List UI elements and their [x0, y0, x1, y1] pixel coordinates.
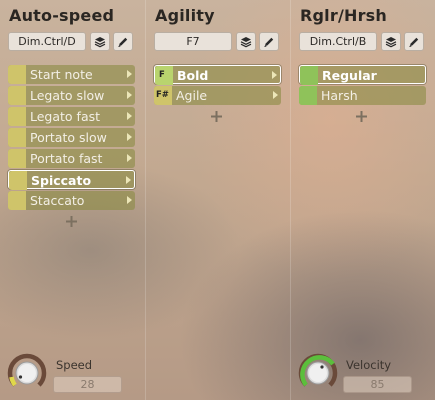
list-item-portato-fast[interactable]: Portato fast — [8, 149, 135, 168]
plus-icon — [356, 111, 367, 122]
pencil-icon — [118, 37, 128, 47]
speed-value-field[interactable]: 28 — [53, 376, 122, 393]
list-item-agile[interactable]: F# Agile — [154, 86, 281, 105]
chevron-right-icon[interactable] — [127, 91, 132, 99]
add-articulation-button[interactable] — [353, 110, 370, 127]
list-item-legato-slow[interactable]: Legato slow — [8, 86, 135, 105]
layers-icon — [385, 36, 397, 47]
key-switch-field[interactable]: F7 — [154, 32, 232, 51]
pencil-icon — [409, 37, 419, 47]
chevron-right-icon[interactable] — [272, 71, 277, 79]
item-label: Start note — [30, 67, 93, 82]
color-swatch — [8, 128, 26, 147]
articulation-column-auto-speed: Auto-speed Dim.Ctrl/D Start note Legato … — [0, 0, 145, 400]
item-label: Regular — [322, 68, 377, 83]
articulation-list: Start note Legato slow Legato fast Porta… — [8, 65, 135, 212]
layers-button[interactable] — [90, 32, 110, 51]
item-label: Portato slow — [30, 130, 107, 145]
chevron-right-icon[interactable] — [127, 112, 132, 120]
item-label: Harsh — [321, 88, 358, 103]
color-swatch — [8, 65, 26, 84]
item-label: Portato fast — [30, 151, 103, 166]
key-switch-field[interactable]: Dim.Ctrl/B — [299, 32, 377, 51]
knob-label: Velocity — [346, 358, 392, 372]
key-note: F# — [156, 90, 169, 100]
layers-icon — [94, 36, 106, 47]
chevron-right-icon[interactable] — [126, 176, 131, 184]
item-label: Legato fast — [30, 109, 101, 124]
edit-button[interactable] — [259, 32, 279, 51]
key-note: F — [159, 70, 165, 80]
item-label: Staccato — [30, 193, 85, 208]
articulation-list: Regular Harsh — [299, 65, 426, 107]
layers-button[interactable] — [381, 32, 401, 51]
color-swatch — [8, 149, 26, 168]
chevron-right-icon[interactable] — [127, 154, 132, 162]
item-label: Spiccato — [31, 173, 92, 188]
column-title: Agility — [155, 6, 215, 25]
column-title: Rglr/Hrsh — [300, 6, 387, 25]
column-title: Auto-speed — [9, 6, 115, 25]
list-item-start-note[interactable]: Start note — [8, 65, 135, 84]
item-label: Agile — [176, 88, 208, 103]
color-swatch — [299, 86, 317, 105]
articulation-column-agility: Agility F7 F Bold F# Agile — [146, 0, 290, 400]
list-item-harsh[interactable]: Harsh — [299, 86, 426, 105]
item-label: Bold — [177, 68, 209, 83]
chevron-right-icon[interactable] — [127, 196, 132, 204]
velocity-knob[interactable] — [298, 353, 338, 393]
color-swatch — [9, 170, 27, 190]
layers-icon — [240, 36, 252, 47]
list-item-portato-slow[interactable]: Portato slow — [8, 128, 135, 147]
color-swatch — [8, 191, 26, 210]
color-swatch — [8, 107, 26, 126]
plus-icon — [66, 216, 77, 227]
list-item-legato-fast[interactable]: Legato fast — [8, 107, 135, 126]
key-switch-field[interactable]: Dim.Ctrl/D — [8, 32, 86, 51]
add-articulation-button[interactable] — [63, 215, 80, 232]
edit-button[interactable] — [113, 32, 133, 51]
knob-label: Speed — [56, 358, 93, 372]
list-item-bold[interactable]: F Bold — [154, 65, 281, 85]
articulation-column-rglr-hrsh: Rglr/Hrsh Dim.Ctrl/B Regular Harsh Veloc… — [291, 0, 435, 400]
layers-button[interactable] — [236, 32, 256, 51]
list-item-regular[interactable]: Regular — [299, 65, 426, 85]
articulation-list: F Bold F# Agile — [154, 65, 281, 107]
chevron-right-icon[interactable] — [127, 133, 132, 141]
velocity-value-field[interactable]: 85 — [343, 376, 412, 393]
chevron-right-icon[interactable] — [273, 91, 278, 99]
speed-knob[interactable] — [7, 353, 47, 393]
list-item-staccato[interactable]: Staccato — [8, 191, 135, 210]
add-articulation-button[interactable] — [208, 110, 225, 127]
edit-button[interactable] — [404, 32, 424, 51]
item-label: Legato slow — [30, 88, 105, 103]
plus-icon — [211, 111, 222, 122]
list-item-spiccato[interactable]: Spiccato — [8, 170, 135, 190]
pencil-icon — [264, 37, 274, 47]
chevron-right-icon[interactable] — [127, 70, 132, 78]
color-swatch — [300, 65, 318, 85]
color-swatch — [8, 86, 26, 105]
